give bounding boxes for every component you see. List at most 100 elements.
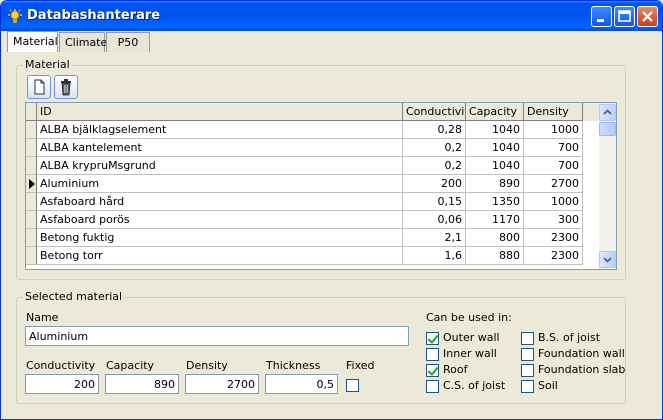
table-row[interactable]: Betong torr 1,6 880 2300 <box>26 247 600 265</box>
foundation-slab-checkbox[interactable] <box>521 364 534 377</box>
table-header: ID Conductivity Capacity Density <box>26 103 600 121</box>
cell-id[interactable]: Asfaboard hård <box>37 193 403 211</box>
fixed-checkbox[interactable] <box>346 379 359 392</box>
cell-density[interactable]: 2300 <box>524 229 583 247</box>
cell-conductivity[interactable]: 2,1 <box>403 229 466 247</box>
bs-of-joist-checkbox[interactable] <box>521 332 534 345</box>
cell-density[interactable]: 2700 <box>524 175 583 193</box>
row-indicator-cell[interactable] <box>26 157 37 175</box>
table-scrollbar[interactable] <box>599 103 616 269</box>
column-header-id[interactable]: ID <box>37 103 403 121</box>
minimize-button[interactable] <box>591 6 612 27</box>
cell-conductivity[interactable]: 0,2 <box>403 139 466 157</box>
name-input[interactable] <box>25 326 409 346</box>
scroll-up-button[interactable] <box>599 104 616 121</box>
cell-density[interactable]: 700 <box>524 139 583 157</box>
table-row[interactable]: Aluminium 200 890 2700 <box>26 175 600 193</box>
roof-checkbox[interactable] <box>426 364 439 377</box>
delete-material-button[interactable] <box>54 75 78 99</box>
column-header-capacity[interactable]: Capacity <box>466 103 524 121</box>
trash-icon <box>61 79 71 96</box>
cell-id[interactable]: ALBA krypruMsgrund <box>37 157 403 175</box>
table-row[interactable]: Betong fuktig 2,1 800 2300 <box>26 229 600 247</box>
row-indicator-cell[interactable] <box>26 139 37 157</box>
window-title: Databashanterare <box>27 8 161 23</box>
table-row[interactable]: ALBA kantelement 0,2 1040 700 <box>26 139 600 157</box>
cs-of-joist-checkbox[interactable] <box>426 380 439 393</box>
fixed-label: Fixed <box>346 359 375 372</box>
title-bar[interactable]: Databashanterare <box>1 1 662 31</box>
inner-wall-checkbox[interactable] <box>426 348 439 361</box>
foundation-wall-checkbox[interactable] <box>521 348 534 361</box>
maximize-button[interactable] <box>614 6 635 27</box>
cell-density[interactable]: 1000 <box>524 193 583 211</box>
density-input[interactable] <box>185 374 259 394</box>
thickness-label: Thickness <box>266 359 321 372</box>
cell-conductivity[interactable]: 0,06 <box>403 211 466 229</box>
cell-id[interactable]: ALBA bjälklagselement <box>37 121 403 139</box>
table-row[interactable]: ALBA krypruMsgrund 0,2 1040 700 <box>26 157 600 175</box>
outer-wall-checkbox[interactable] <box>426 332 439 345</box>
cell-capacity[interactable]: 1040 <box>466 139 524 157</box>
bs-of-joist-label: B.S. of joist <box>538 331 601 344</box>
column-header-density[interactable]: Density <box>524 103 583 121</box>
cell-capacity[interactable]: 1350 <box>466 193 524 211</box>
new-material-button[interactable] <box>27 75 51 99</box>
cell-id[interactable]: Asfaboard porös <box>37 211 403 229</box>
capacity-label: Capacity <box>106 359 155 372</box>
cell-capacity[interactable]: 890 <box>466 175 524 193</box>
thickness-input[interactable] <box>265 374 338 394</box>
inner-wall-label: Inner wall <box>443 347 497 360</box>
scroll-thumb[interactable] <box>599 122 616 136</box>
cell-capacity[interactable]: 1040 <box>466 121 524 139</box>
header-indicator-cell <box>26 103 37 121</box>
app-window: Databashanterare Material Climate P50 Ma… <box>0 0 663 420</box>
current-row-arrow-icon <box>29 179 35 189</box>
cell-capacity[interactable]: 800 <box>466 229 524 247</box>
row-indicator-cell[interactable] <box>26 175 37 193</box>
tab-p50[interactable]: P50 <box>106 32 150 52</box>
soil-checkbox[interactable] <box>521 380 534 393</box>
close-button[interactable] <box>637 6 658 27</box>
row-indicator-cell[interactable] <box>26 229 37 247</box>
table-row[interactable]: Asfaboard porös 0,06 1170 300 <box>26 211 600 229</box>
cell-id[interactable]: Betong torr <box>37 247 403 265</box>
row-indicator-cell[interactable] <box>26 121 37 139</box>
material-table[interactable]: ID Conductivity Capacity Density ALBA bj… <box>25 102 617 270</box>
close-icon <box>642 11 653 22</box>
density-label: Density <box>186 359 228 372</box>
cell-conductivity[interactable]: 200 <box>403 175 466 193</box>
tab-climate[interactable]: Climate <box>59 32 107 52</box>
cell-id[interactable]: ALBA kantelement <box>37 139 403 157</box>
cell-density[interactable]: 2300 <box>524 247 583 265</box>
selected-material-group-label: Selected material <box>23 290 125 303</box>
cell-id[interactable]: Betong fuktig <box>37 229 403 247</box>
cell-capacity[interactable]: 1170 <box>466 211 524 229</box>
cell-conductivity[interactable]: 1,6 <box>403 247 466 265</box>
row-indicator-cell[interactable] <box>26 211 37 229</box>
usage-label: Can be used in: <box>426 311 512 324</box>
table-row[interactable]: ALBA bjälklagselement 0,28 1040 1000 <box>26 121 600 139</box>
table-row[interactable]: Asfaboard hård 0,15 1350 1000 <box>26 193 600 211</box>
tab-material[interactable]: Material <box>7 31 58 52</box>
cell-conductivity[interactable]: 0,15 <box>403 193 466 211</box>
conductivity-input[interactable] <box>25 374 99 394</box>
cell-conductivity[interactable]: 0,2 <box>403 157 466 175</box>
cell-id[interactable]: Aluminium <box>37 175 403 193</box>
foundation-slab-label: Foundation slab <box>538 363 626 376</box>
chevron-down-icon <box>603 257 612 263</box>
cell-capacity[interactable]: 880 <box>466 247 524 265</box>
cell-density[interactable]: 1000 <box>524 121 583 139</box>
cell-capacity[interactable]: 1040 <box>466 157 524 175</box>
cell-conductivity[interactable]: 0,28 <box>403 121 466 139</box>
app-icon <box>8 9 22 23</box>
column-header-conductivity[interactable]: Conductivity <box>403 103 466 121</box>
roof-label: Roof <box>443 363 468 376</box>
row-indicator-cell[interactable] <box>26 247 37 265</box>
cell-density[interactable]: 300 <box>524 211 583 229</box>
capacity-input[interactable] <box>105 374 179 394</box>
scroll-down-button[interactable] <box>599 251 616 268</box>
row-indicator-cell[interactable] <box>26 193 37 211</box>
cell-density[interactable]: 700 <box>524 157 583 175</box>
maximize-icon <box>618 10 631 22</box>
